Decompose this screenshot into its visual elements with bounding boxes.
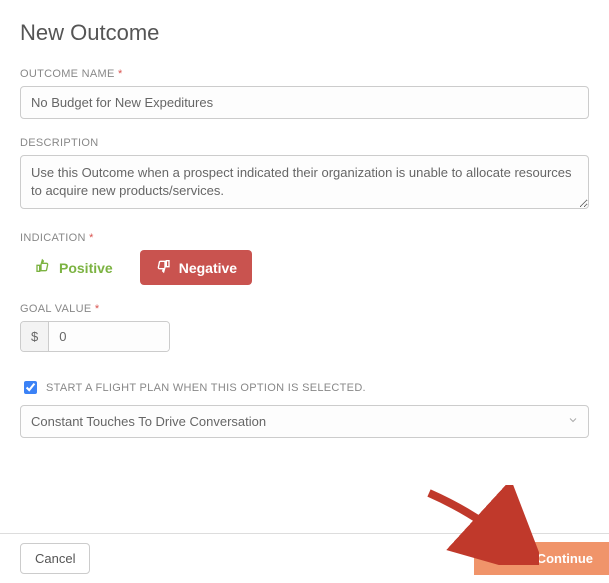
save-continue-button[interactable]: Save & Continue	[474, 542, 609, 575]
dialog-footer: Cancel Save & Continue	[0, 533, 609, 583]
flight-plan-select[interactable]: Constant Touches To Drive Conversation	[20, 405, 589, 438]
indication-negative-button[interactable]: Negative	[140, 250, 252, 285]
flight-plan-checkbox-row[interactable]: START A FLIGHT PLAN WHEN THIS OPTION IS …	[20, 378, 589, 397]
description-group: DESCRIPTION	[20, 137, 589, 214]
thumbs-up-icon	[35, 258, 51, 277]
currency-prefix: $	[21, 322, 49, 351]
outcome-name-input[interactable]	[20, 86, 589, 119]
goal-value-label: GOAL VALUE *	[20, 303, 589, 315]
page-title: New Outcome	[20, 20, 589, 46]
goal-value-input[interactable]	[49, 322, 169, 351]
flight-plan-group: START A FLIGHT PLAN WHEN THIS OPTION IS …	[20, 378, 589, 438]
flight-plan-checkbox[interactable]	[24, 381, 37, 394]
indication-group: INDICATION * Positive Negative	[20, 232, 589, 285]
goal-value-group: GOAL VALUE * $	[20, 303, 589, 352]
indication-label: INDICATION *	[20, 232, 589, 244]
description-label: DESCRIPTION	[20, 137, 589, 149]
flight-plan-checkbox-label: START A FLIGHT PLAN WHEN THIS OPTION IS …	[46, 382, 366, 394]
thumbs-down-icon	[155, 258, 171, 277]
cancel-button[interactable]: Cancel	[20, 543, 90, 574]
outcome-name-label: OUTCOME NAME *	[20, 68, 589, 80]
outcome-name-group: OUTCOME NAME *	[20, 68, 589, 119]
description-textarea[interactable]	[20, 155, 589, 209]
indication-positive-button[interactable]: Positive	[20, 250, 128, 285]
